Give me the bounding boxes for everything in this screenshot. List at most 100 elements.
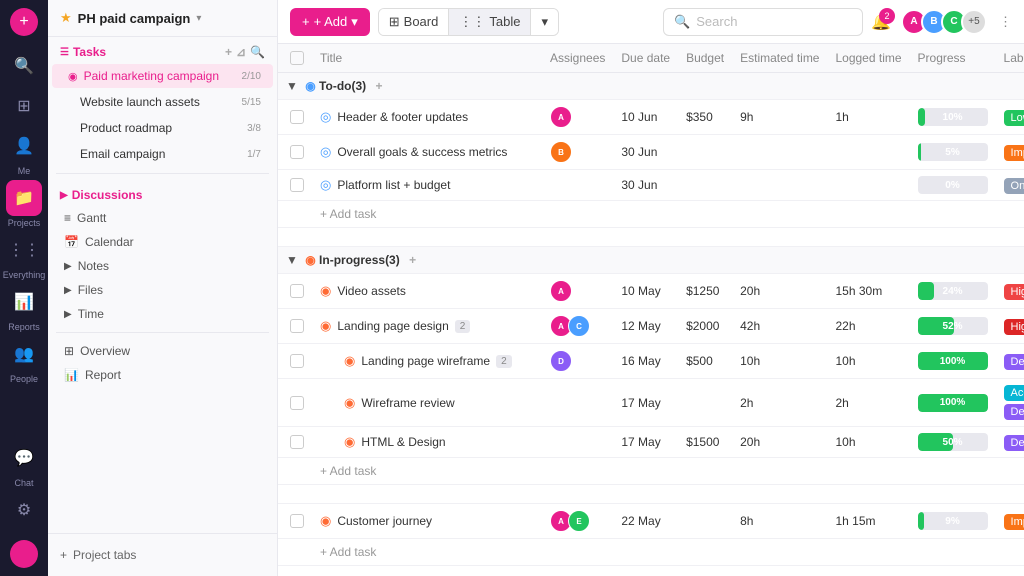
sidebar-item-files[interactable]: ▶ Files: [48, 278, 277, 302]
home-icon[interactable]: ⊞: [6, 88, 42, 124]
task-checkbox[interactable]: [290, 178, 304, 192]
label-badge: On-hold: [1004, 178, 1024, 194]
sidebar-item-notes[interactable]: ▶ Notes: [48, 254, 277, 278]
task-labels: Design: [996, 344, 1024, 379]
filter-icon[interactable]: ⊿: [236, 45, 246, 59]
board-view-button[interactable]: ⊞ Board: [379, 9, 450, 35]
nav-reports[interactable]: 📊 Reports: [6, 284, 42, 332]
task-assignees: [542, 170, 613, 201]
task-checkbox[interactable]: [290, 284, 304, 298]
sidebar-roadmap-badge: 3/8: [247, 123, 261, 134]
group-inprogress-cell: ▼ ◉ In-progress(3) +: [278, 247, 1024, 274]
sidebar-item-gantt[interactable]: ≡ Gantt: [48, 206, 277, 230]
me-icon[interactable]: 👤: [6, 128, 42, 164]
add-label: + Add: [314, 14, 348, 29]
task-checkbox[interactable]: [290, 110, 304, 124]
add-button[interactable]: + + Add ▾: [290, 8, 370, 36]
sidebar-item-overview[interactable]: ⊞ Overview: [48, 339, 277, 363]
table-view-button[interactable]: ⋮⋮ Table: [449, 9, 531, 35]
subtask-count-badge: 2: [496, 355, 512, 368]
task-name-label[interactable]: Overall goals & success metrics: [337, 145, 507, 159]
task-estimated: [732, 135, 827, 170]
sidebar-item-email-campaign[interactable]: Email campaign 1/7: [52, 142, 273, 166]
checkbox-cell: [278, 309, 312, 344]
add-button[interactable]: +: [10, 8, 38, 36]
add-todo-task-button[interactable]: +: [375, 79, 382, 93]
task-assignees: B: [542, 135, 613, 170]
sidebar-item-time[interactable]: ▶ Time: [48, 302, 277, 326]
label-badge: High: [1004, 284, 1024, 300]
progress-label: 50%: [918, 433, 988, 451]
task-labels: Accepted Design: [996, 379, 1024, 427]
user-avatar[interactable]: [10, 540, 38, 568]
search-bar[interactable]: 🔍 Search: [663, 8, 863, 36]
task-assignees: A E: [542, 504, 613, 539]
task-checkbox[interactable]: [290, 354, 304, 368]
nav-everything[interactable]: ⋮⋮ Everything: [3, 232, 46, 280]
sidebar-email-badge: 1/7: [247, 149, 261, 160]
sum-todo-row: Sum 1h: [278, 228, 1024, 247]
sidebar-item-paid-marketing[interactable]: ◉ Paid marketing campaign 2/10: [52, 64, 273, 88]
header-checkbox[interactable]: [290, 51, 304, 65]
task-labels: Important: [996, 504, 1024, 539]
add-project-tabs[interactable]: + Project tabs: [60, 542, 265, 568]
sidebar-item-website-launch[interactable]: Website launch assets 5/15: [52, 90, 273, 114]
assignee-avatar: D: [550, 350, 572, 372]
task-name-label[interactable]: HTML & Design: [361, 435, 445, 449]
add-task-icon[interactable]: +: [225, 45, 232, 59]
add-task-inprogress-cell[interactable]: + Add task: [312, 458, 1024, 485]
task-estimated: 9h: [732, 100, 827, 135]
task-name-label[interactable]: Landing page wireframe: [361, 354, 490, 368]
task-status-icon: ◉: [344, 395, 355, 411]
people-icon[interactable]: 👥: [6, 336, 42, 372]
todo-group-toggle[interactable]: ▼: [286, 79, 298, 93]
table-header-row: Title Assignees Due date Budget Estimate…: [278, 44, 1024, 73]
discussions-toggle[interactable]: ▶: [60, 190, 68, 201]
th-budget: Budget: [678, 44, 732, 73]
task-name-label[interactable]: Landing page design: [337, 319, 448, 333]
task-name-label[interactable]: Platform list + budget: [337, 178, 450, 192]
task-name-label[interactable]: Wireframe review: [361, 396, 454, 410]
sidebar-email-label: Email campaign: [80, 147, 165, 161]
nav-people[interactable]: 👥 People: [6, 336, 42, 384]
settings-icon[interactable]: ⚙: [6, 492, 42, 528]
search-icon[interactable]: 🔍: [6, 48, 42, 84]
sidebar-item-product-roadmap[interactable]: Product roadmap 3/8: [52, 116, 273, 140]
add-inprogress-task-button[interactable]: +: [409, 253, 416, 267]
task-checkbox[interactable]: [290, 396, 304, 410]
progress-label: 10%: [918, 108, 988, 126]
nav-me[interactable]: 👤 Me: [6, 128, 42, 176]
reports-icon[interactable]: 📊: [6, 284, 42, 320]
task-assignees: D: [542, 344, 613, 379]
nav-chat[interactable]: 💬 Chat: [6, 440, 42, 488]
task-checkbox[interactable]: [290, 514, 304, 528]
files-toggle[interactable]: ▶: [64, 285, 72, 296]
add-task-cj-row: + Add task: [278, 539, 1024, 566]
everything-icon[interactable]: ⋮⋮: [6, 232, 42, 268]
more-options-icon[interactable]: ⋮: [999, 14, 1012, 30]
time-toggle[interactable]: ▶: [64, 309, 72, 320]
nav-search[interactable]: 🔍: [6, 48, 42, 84]
task-name-label[interactable]: Customer journey: [337, 514, 432, 528]
projects-icon[interactable]: 📁: [6, 180, 42, 216]
notes-toggle[interactable]: ▶: [64, 261, 72, 272]
nav-settings[interactable]: ⚙: [6, 492, 42, 528]
inprogress-group-toggle[interactable]: ▼: [286, 253, 298, 267]
add-task-cj-cell[interactable]: + Add task: [312, 539, 1024, 566]
task-estimated: [732, 170, 827, 201]
files-label: Files: [78, 283, 103, 297]
sidebar-item-calendar[interactable]: 📅 Calendar: [48, 230, 277, 254]
nav-home[interactable]: ⊞: [6, 88, 42, 124]
sidebar-item-report[interactable]: 📊 Report: [48, 363, 277, 387]
nav-projects[interactable]: 📁 Projects: [6, 180, 42, 228]
more-views-button[interactable]: ▾: [531, 9, 558, 35]
task-checkbox[interactable]: [290, 145, 304, 159]
task-checkbox[interactable]: [290, 319, 304, 333]
chat-icon[interactable]: 💬: [6, 440, 42, 476]
task-name-label[interactable]: Header & footer updates: [337, 110, 468, 124]
add-task-cell[interactable]: + Add task: [312, 201, 1024, 228]
task-name-label[interactable]: Video assets: [337, 284, 406, 298]
search-tasks-icon[interactable]: 🔍: [250, 45, 265, 59]
task-checkbox[interactable]: [290, 435, 304, 449]
notification-area[interactable]: 🔔 2: [871, 12, 891, 32]
